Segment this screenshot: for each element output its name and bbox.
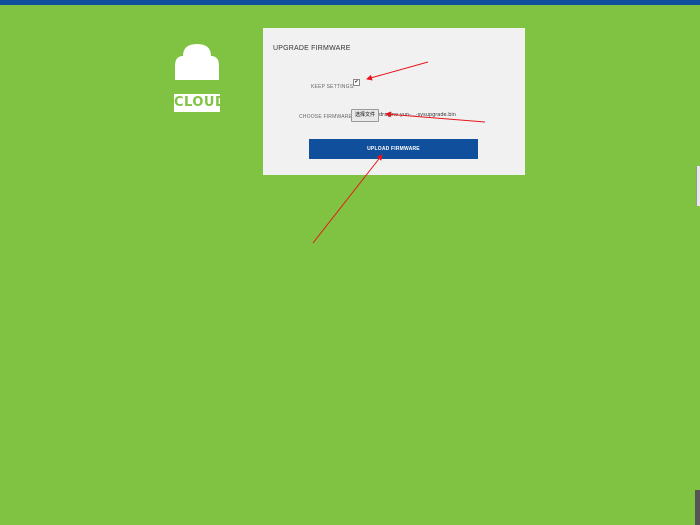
arrow-to-checkbox	[366, 61, 429, 81]
arrow-to-file-button	[385, 111, 486, 123]
annotation-arrows	[312, 61, 486, 244]
right-edge-widget	[696, 166, 700, 206]
arrow-to-upload-button	[312, 154, 383, 244]
bottom-right-widget	[695, 490, 700, 525]
